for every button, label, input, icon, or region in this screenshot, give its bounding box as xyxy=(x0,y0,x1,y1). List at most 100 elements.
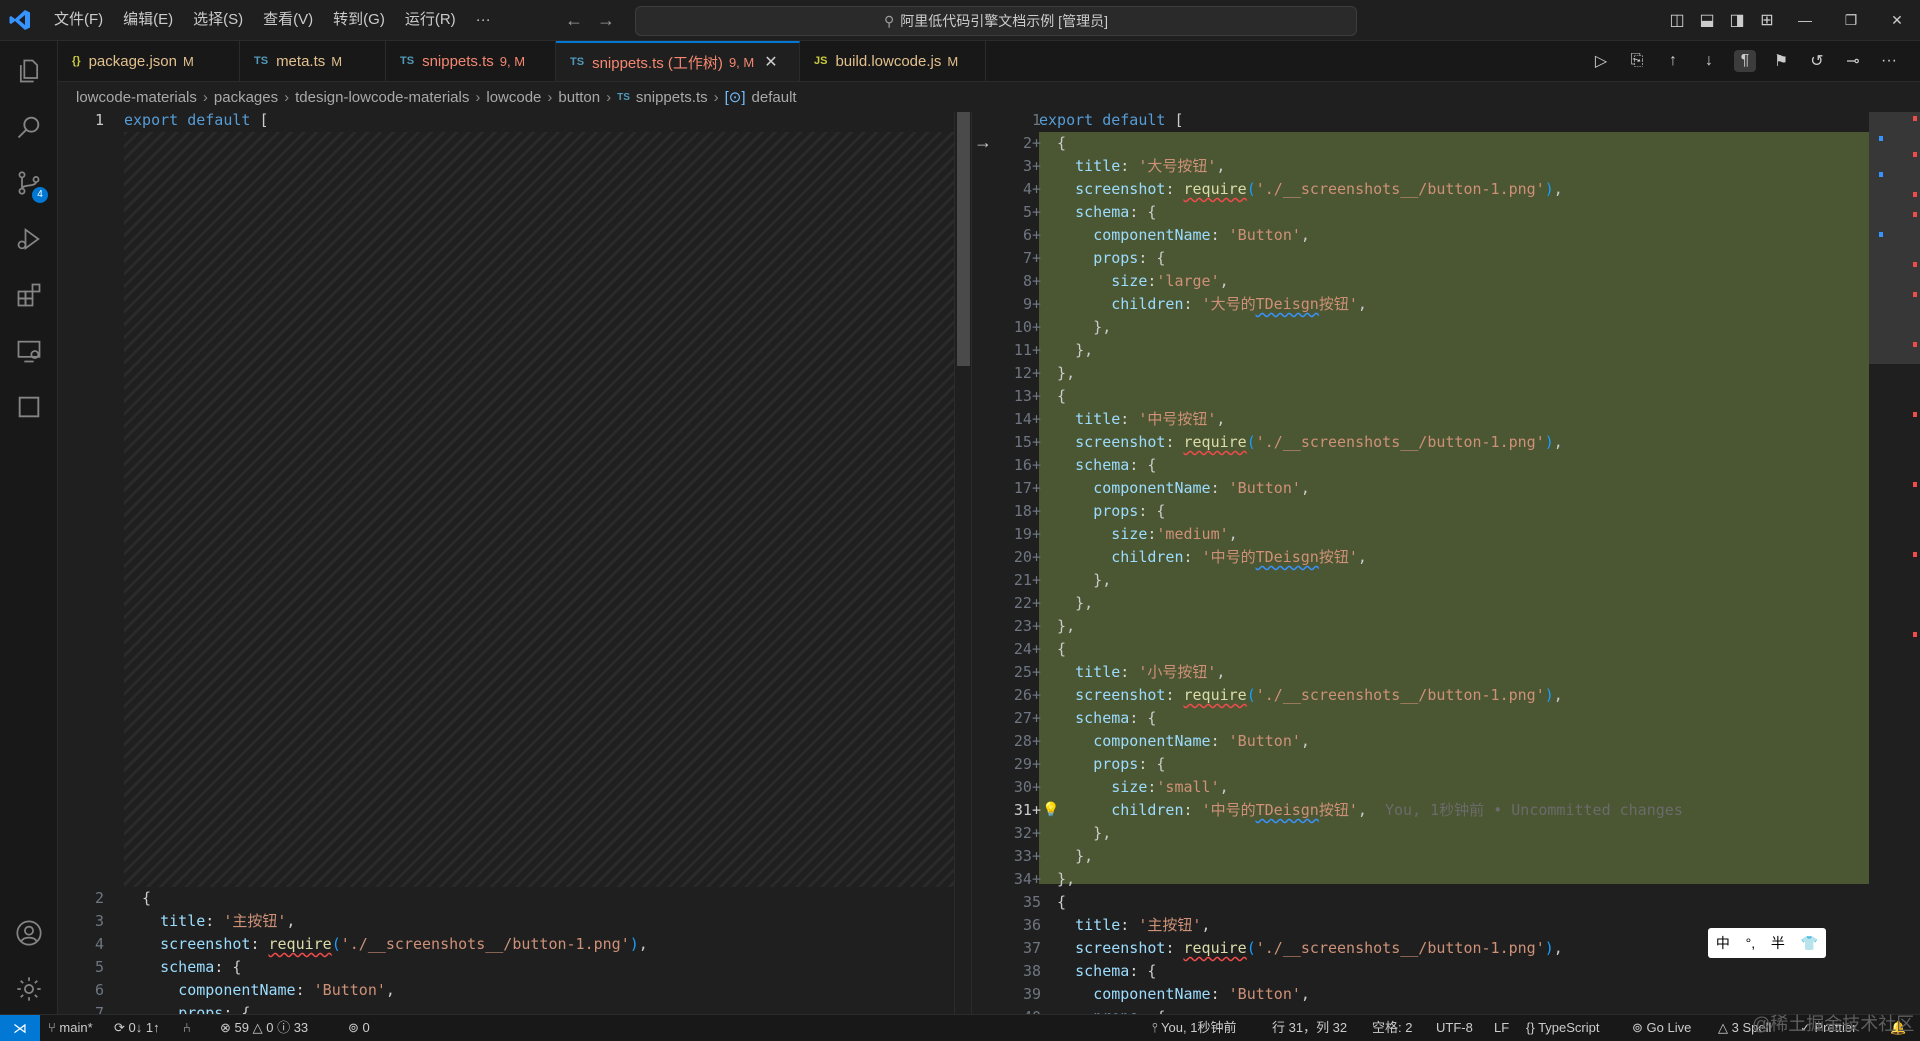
remote-indicator-icon[interactable]: ⋊ xyxy=(0,1015,40,1041)
code-line[interactable]: 10+ }, xyxy=(995,316,1869,339)
search-view-icon[interactable] xyxy=(0,103,57,151)
extensions-icon[interactable] xyxy=(0,271,57,319)
run-icon[interactable]: ▷ xyxy=(1590,50,1612,72)
ime-skin-icon[interactable]: 👕 xyxy=(1801,935,1818,952)
code-line[interactable]: 29+ props: { xyxy=(995,753,1869,776)
code-line[interactable]: 40 props: { xyxy=(995,1006,1869,1014)
diff-original-editor[interactable]: 1 export default [ 2 {3 title: '主按钮', 4 scr… xyxy=(58,112,971,1014)
problems-indicator[interactable]: ⊗ 59 △ 0 ⓘ 33 xyxy=(220,1015,308,1041)
revert-arrow-icon[interactable]: → xyxy=(974,132,992,153)
code-line[interactable]: 17+ componentName: 'Button', xyxy=(995,477,1869,500)
code-line[interactable]: 27+ schema: { xyxy=(995,707,1869,730)
code-line[interactable]: 6+ componentName: 'Button', xyxy=(995,224,1869,247)
code-line[interactable]: 26+ screenshot: require('./__screenshots… xyxy=(995,684,1869,707)
language-mode[interactable]: {} TypeScript xyxy=(1526,1015,1599,1041)
code-line[interactable]: 39 componentName: 'Button', xyxy=(995,983,1869,1006)
code-line[interactable]: 15+ screenshot: require('./__screenshots… xyxy=(995,431,1869,454)
go-live-button[interactable]: ⊚ Go Live xyxy=(1632,1015,1691,1041)
cursor-position[interactable]: 行 31，列 32 xyxy=(1272,1015,1347,1041)
code-line[interactable]: 35 { xyxy=(995,891,1869,914)
code-line[interactable]: 4+ screenshot: require('./__screenshots_… xyxy=(995,178,1869,201)
menu-run[interactable]: 运行(R) xyxy=(395,0,466,40)
breadcrumb-item[interactable]: lowcode xyxy=(486,89,541,106)
close-window-icon[interactable]: ✕ xyxy=(1874,12,1920,29)
code-line[interactable]: 2 { xyxy=(58,887,954,910)
revert-changes-icon[interactable]: ↺ xyxy=(1806,50,1828,72)
breadcrumb-symbol[interactable]: default xyxy=(752,89,797,106)
code-line[interactable]: 9+ children: '大号的TDeisgn按钮', xyxy=(995,293,1869,316)
code-line[interactable]: 22+ }, xyxy=(995,592,1869,615)
code-line[interactable]: 20+ children: '中号的TDeisgn按钮', xyxy=(995,546,1869,569)
diff-modified-editor[interactable]: 1 export default [2+ {3+ title: '大号按钮', 4+… xyxy=(995,112,1920,1014)
code-line[interactable]: 30+ size:'small', xyxy=(995,776,1869,799)
restore-icon[interactable]: ❐ xyxy=(1828,12,1874,29)
breadcrumb-item[interactable]: tdesign-lowcode-materials xyxy=(295,89,469,106)
open-file-icon[interactable]: ⚑ xyxy=(1770,50,1792,72)
tab-build-lowcode-js[interactable]: JS build.lowcode.js M xyxy=(800,41,986,81)
manage-gear-icon[interactable] xyxy=(0,965,57,1013)
toggle-panel-icon[interactable]: ⬓ xyxy=(1692,10,1722,30)
scrollbar-thumb[interactable] xyxy=(957,112,970,366)
ime-toolbar[interactable]: 中 °, 半 👕 xyxy=(1708,928,1826,958)
minimap-slider[interactable] xyxy=(1869,112,1920,364)
code-line[interactable]: 7+ props: { xyxy=(995,247,1869,270)
timeline-icon[interactable]: ⊸ xyxy=(1842,50,1864,72)
menu-edit[interactable]: 编辑(E) xyxy=(113,0,183,40)
code-line[interactable]: 21+ }, xyxy=(995,569,1869,592)
code-line[interactable]: 8+ size:'large', xyxy=(995,270,1869,293)
tab-snippets-ts[interactable]: TS snippets.ts 9, M xyxy=(386,41,556,81)
toggle-primary-sidebar-icon[interactable]: ◫ xyxy=(1662,10,1692,30)
code-line[interactable]: 31+ children: '中号的TDeisgn按钮', 💡 You, 1秒钟前 … xyxy=(995,799,1869,822)
indentation[interactable]: 空格: 2 xyxy=(1372,1015,1412,1041)
code-line[interactable]: 3 title: '主按钮', xyxy=(58,910,954,933)
blame-indicator[interactable]: ⫯ You, 1秒钟前 xyxy=(1152,1015,1236,1041)
code-line[interactable]: 1 export default [ xyxy=(995,112,1869,132)
remote-explorer-icon[interactable] xyxy=(0,327,57,375)
next-change-icon[interactable]: ↓ xyxy=(1698,50,1720,72)
panel-square-icon[interactable] xyxy=(0,383,57,431)
lightbulb-icon[interactable]: 💡 xyxy=(1042,799,1059,822)
code-line[interactable]: 16+ schema: { xyxy=(995,454,1869,477)
tab-meta-ts[interactable]: TS meta.ts M xyxy=(240,41,386,81)
code-line[interactable]: 24+ { xyxy=(995,638,1869,661)
breadcrumb-item[interactable]: packages xyxy=(214,89,278,106)
diff-sash[interactable]: → xyxy=(971,112,996,1014)
accounts-icon[interactable] xyxy=(0,909,57,957)
tab-snippets-ts-worktree[interactable]: TS snippets.ts (工作树) 9, M ✕ xyxy=(556,41,800,81)
explorer-icon[interactable] xyxy=(0,47,57,95)
ime-punct[interactable]: °, xyxy=(1746,935,1756,951)
code-line[interactable]: 23+ }, xyxy=(995,615,1869,638)
run-debug-icon[interactable] xyxy=(0,215,57,263)
back-arrow-icon[interactable]: ← xyxy=(565,10,583,31)
menu-more[interactable]: ··· xyxy=(466,0,501,40)
breadcrumb-item[interactable]: lowcode-materials xyxy=(76,89,197,106)
breadcrumb-file[interactable]: snippets.ts xyxy=(636,89,708,106)
code-line[interactable]: 1 export default [ xyxy=(58,112,954,132)
previous-change-icon[interactable]: ↑ xyxy=(1662,50,1684,72)
code-line[interactable]: 11+ }, xyxy=(995,339,1869,362)
encoding[interactable]: UTF-8 xyxy=(1436,1015,1473,1041)
tab-package-json[interactable]: {} package.json M xyxy=(58,41,240,81)
branch-indicator[interactable]: ⑂ main* xyxy=(48,1015,93,1041)
code-line[interactable]: 7 props: { xyxy=(58,1002,954,1014)
code-line[interactable]: 2+ { xyxy=(995,132,1869,155)
menu-view[interactable]: 查看(V) xyxy=(253,0,323,40)
code-line[interactable]: 32+ }, xyxy=(995,822,1869,845)
git-graph-icon[interactable]: ⑃ xyxy=(183,1015,191,1041)
code-line[interactable]: 34+ }, xyxy=(995,868,1869,891)
ime-mode[interactable]: 中 xyxy=(1716,933,1730,953)
vertical-scrollbar[interactable] xyxy=(954,112,971,1014)
ime-width[interactable]: 半 xyxy=(1771,933,1785,953)
code-line[interactable]: 12+ }, xyxy=(995,362,1869,385)
close-tab-icon[interactable]: ✕ xyxy=(764,52,777,72)
source-control-icon[interactable]: 4 xyxy=(0,159,57,207)
breadcrumb-item[interactable]: button xyxy=(558,89,600,106)
minimize-icon[interactable]: — xyxy=(1782,12,1828,28)
toggle-secondary-sidebar-icon[interactable]: ◨ xyxy=(1722,10,1752,30)
code-line[interactable]: 18+ props: { xyxy=(995,500,1869,523)
code-line[interactable]: 3+ title: '大号按钮', xyxy=(995,155,1869,178)
code-line[interactable]: 6 componentName: 'Button', xyxy=(58,979,954,1002)
command-center[interactable]: ⚲ 阿里低代码引擎文档示例 [管理员] xyxy=(635,6,1357,36)
code-line[interactable]: 4 screenshot: require('./__screenshots__… xyxy=(58,933,954,956)
end-of-line[interactable]: LF xyxy=(1494,1015,1509,1041)
